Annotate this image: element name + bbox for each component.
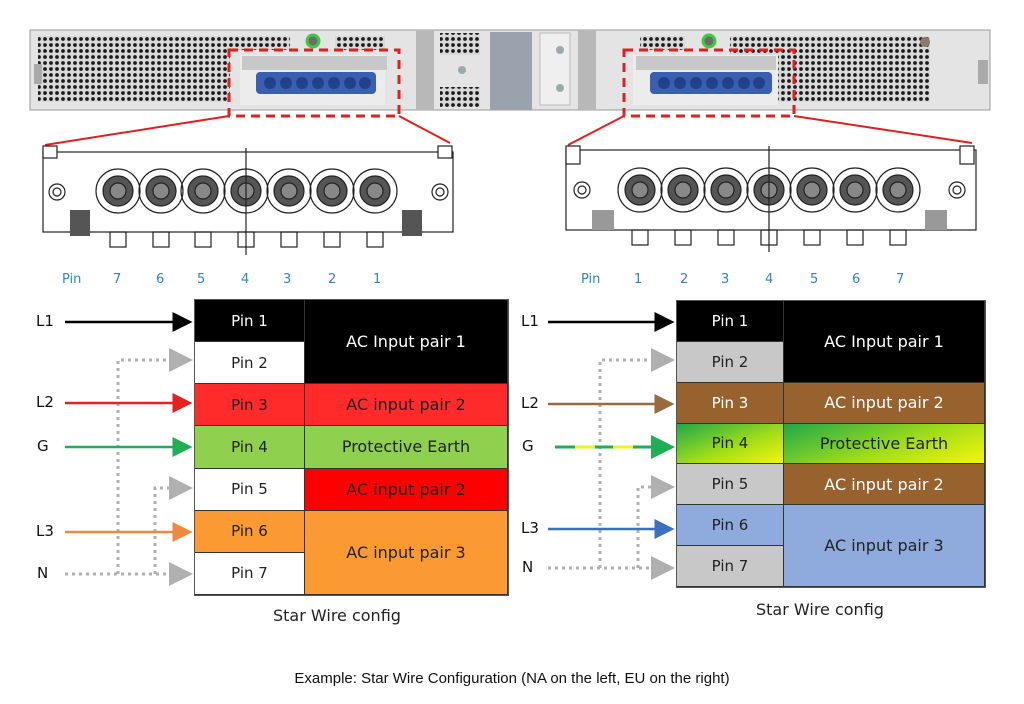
pin-function-cell: AC input pair 3 [305,510,508,595]
pin-cell: Pin 4 [677,423,784,465]
connector-drawing-right [565,145,977,252]
pin-number: 2 [328,272,337,287]
vent-grille-left [38,36,230,102]
wire-label-l2: L2 [521,394,539,412]
wire-n-pin2 [116,348,193,574]
pin-cell: Pin 3 [195,384,305,427]
wire-label-l2: L2 [36,393,54,411]
wire-label-g: G [522,437,534,455]
pin-cell: Pin 5 [195,468,305,511]
wire-label-n: N [37,564,49,582]
wires-right [548,312,675,580]
pin-number: 5 [197,272,206,287]
pin-function-cell: AC Input pair 1 [784,301,985,383]
pin-cell: Pin 2 [677,341,784,383]
pin-number: 4 [765,272,774,287]
pin-number: 3 [283,272,292,287]
connector-drawing-left [42,145,454,255]
zoom-line [567,115,625,146]
wire-label-l1: L1 [521,312,539,330]
zoom-line [398,115,451,144]
pin-number: 2 [680,272,689,287]
wire-n-pin2 [598,348,675,568]
green-screw-icon [305,33,321,49]
pin-cell: Pin 7 [195,552,305,595]
pin-number: 1 [373,272,382,287]
center-module [490,32,532,110]
pin-function-cell: AC input pair 2 [305,468,508,511]
pin-cell: Pin 7 [677,546,784,587]
pin-number: 7 [896,272,905,287]
wire-label-n: N [522,558,534,576]
pinout-table-eu: Pin 1 Pin 2 Pin 3 Pin 4 Pin 5 Pin 6 Pin 7 AC In… [676,300,986,588]
pin-cell: Pin 3 [677,382,784,424]
pin-number: 1 [634,272,643,287]
pin-function-cell: AC input pair 2 [784,382,985,424]
wire-label-l1: L1 [36,312,54,330]
zoom-line [793,115,973,144]
pin-cell: Pin 5 [677,464,784,506]
wire-label-l3: L3 [521,519,539,537]
pin-header-label: Pin [62,272,82,287]
pin-cell: Pin 2 [195,342,305,385]
panel-caption-eu: Star Wire config [756,600,884,619]
figure-caption: Example: Star Wire Configuration (NA on … [294,670,730,687]
green-screw-icon [701,33,717,49]
pin-number: 5 [810,272,819,287]
pin-cell: Pin 6 [195,510,305,553]
panel-caption-na: Star Wire config [273,606,401,625]
pin-function-cell: AC input pair 2 [305,384,508,427]
pin-function-cell: Protective Earth [305,426,508,469]
pin-cell: Pin 1 [677,301,784,342]
pin-function-cell: AC Input pair 1 [305,300,508,385]
pin-function-cell: AC input pair 2 [784,464,985,506]
pin-number: 6 [852,272,861,287]
pin-cell: Pin 1 [195,300,305,343]
wire-n-pin5 [636,475,675,568]
pin-function-cell: Protective Earth [784,423,985,465]
zoom-line [44,115,230,146]
wires-left [65,312,193,586]
pin-number: 7 [113,272,122,287]
pinout-table-na: Pin 1 Pin 2 Pin 3 Pin 4 Pin 5 Pin 6 Pin 7 AC In… [194,299,509,596]
wire-label-l3: L3 [36,522,54,540]
server-chassis [29,29,991,111]
wire-label-g: G [37,437,49,455]
pin-function-cell: AC input pair 3 [784,505,985,587]
pin-number: 3 [721,272,730,287]
pin-number: 4 [241,272,250,287]
pin-number: 6 [156,272,165,287]
pin-cell: Pin 4 [195,426,305,469]
pin-cell: Pin 6 [677,505,784,547]
pin-header-label: Pin [581,272,601,287]
